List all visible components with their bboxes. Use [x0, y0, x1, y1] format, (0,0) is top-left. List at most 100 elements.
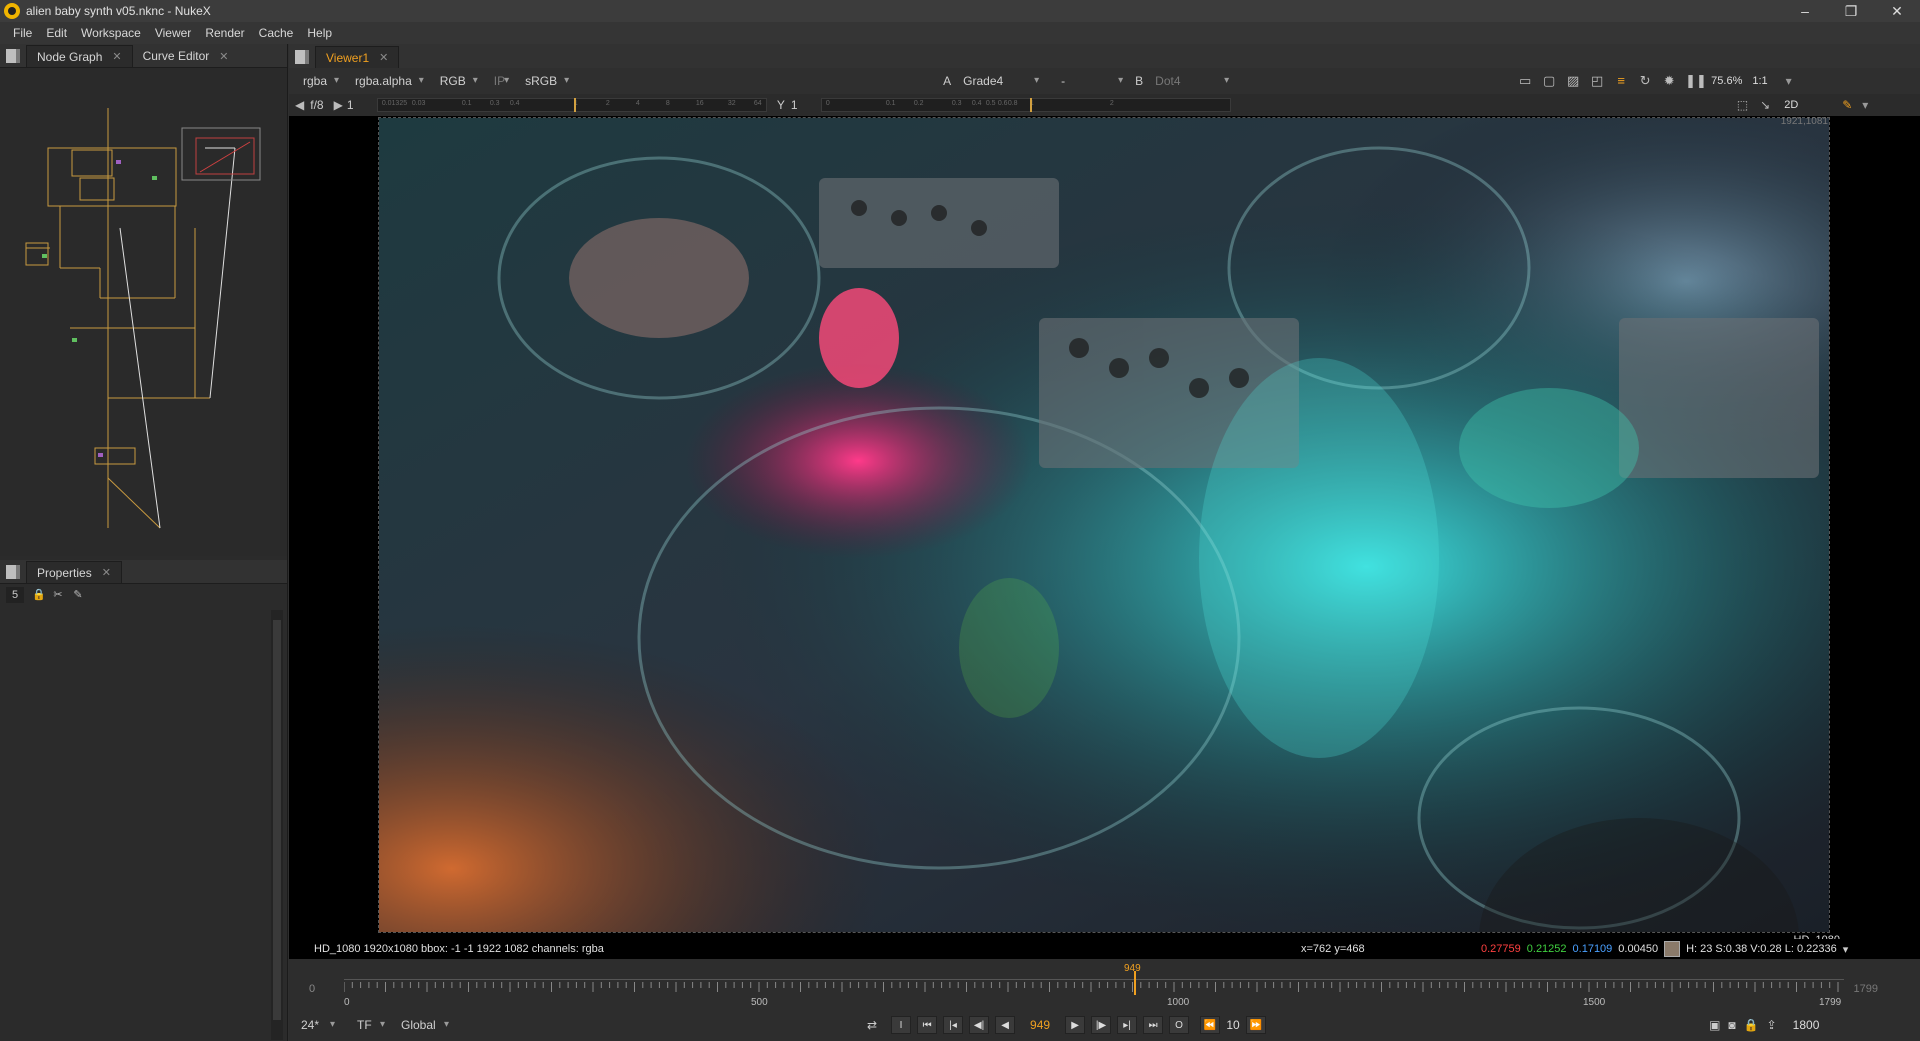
- lut-dropdown[interactable]: sRGB: [517, 72, 573, 90]
- fstop-arrow-icon[interactable]: ◀: [295, 98, 304, 112]
- render-icon[interactable]: ◙: [1728, 1018, 1735, 1032]
- gain-arrow-icon[interactable]: ▶: [334, 98, 343, 112]
- close-window-button[interactable]: ✕: [1874, 0, 1920, 22]
- menu-render[interactable]: Render: [198, 26, 251, 40]
- viewer-canvas[interactable]: 1921,1081 HD_1080: [289, 116, 1920, 983]
- roi-icon[interactable]: ▭: [1517, 73, 1533, 89]
- zoom-label[interactable]: 75.6%: [1711, 75, 1742, 87]
- timeline-label: 0: [344, 997, 350, 1008]
- tab-properties-label: Properties: [37, 565, 92, 580]
- tab-curve-editor[interactable]: Curve Editor ✕: [133, 45, 239, 67]
- maximize-button[interactable]: ❐: [1828, 0, 1874, 22]
- tab-node-graph-label: Node Graph: [37, 49, 103, 64]
- minimize-button[interactable]: –: [1782, 0, 1828, 22]
- chevron-down-icon[interactable]: ▾: [1786, 74, 1792, 88]
- roi-select-icon[interactable]: ⬚: [1737, 98, 1748, 112]
- wipe-icon[interactable]: ▨: [1565, 73, 1581, 89]
- transform-icon[interactable]: ↘: [1760, 98, 1770, 112]
- current-frame-field[interactable]: 949: [1018, 1016, 1062, 1034]
- menu-workspace[interactable]: Workspace: [74, 26, 148, 40]
- in-point-button[interactable]: I: [891, 1016, 912, 1034]
- lock-icon[interactable]: 🔒: [1744, 1018, 1759, 1032]
- menu-help[interactable]: Help: [300, 26, 339, 40]
- tab-properties[interactable]: Properties ✕: [26, 561, 122, 583]
- next-keyframe-icon[interactable]: ▸|: [1117, 1016, 1138, 1034]
- timeline-playhead[interactable]: [1134, 971, 1136, 995]
- prev-keyframe-icon[interactable]: |◂: [943, 1016, 964, 1034]
- gain-slider[interactable]: 0.01325 0.03 0.1 0.3 0.4 1 2 4 8 16 32 6…: [376, 98, 767, 112]
- timeline-track[interactable]: [343, 979, 1844, 997]
- pane-menu-icon[interactable]: [6, 565, 20, 579]
- view-mode-dropdown[interactable]: 2D: [1784, 99, 1834, 111]
- max-panels-field[interactable]: 5: [6, 587, 24, 603]
- tf-dropdown[interactable]: TF: [349, 1016, 389, 1034]
- properties-scrollbar[interactable]: [271, 610, 283, 1040]
- overlay-icon[interactable]: ◰: [1589, 73, 1605, 89]
- scrollbar-thumb[interactable]: [273, 620, 281, 1020]
- timeline-end-field[interactable]: 1799: [1854, 983, 1878, 995]
- step-forward-icon[interactable]: |▶: [1091, 1016, 1112, 1034]
- chevron-down-icon[interactable]: ▾: [1843, 943, 1849, 956]
- tab-node-graph[interactable]: Node Graph ✕: [26, 45, 133, 67]
- menu-cache[interactable]: Cache: [252, 26, 301, 40]
- step-back-icon[interactable]: ◀|: [969, 1016, 990, 1034]
- gamma-slider-mark: 0.1: [885, 100, 896, 107]
- skip-back-icon[interactable]: ⏪: [1200, 1016, 1221, 1034]
- node-graph-canvas[interactable]: [0, 68, 287, 556]
- alpha-channel-dropdown[interactable]: rgba.alpha: [347, 72, 428, 90]
- compare-op-dropdown[interactable]: -: [1053, 72, 1127, 90]
- close-icon[interactable]: ✕: [379, 51, 388, 64]
- gamma-slider-handle[interactable]: [1029, 98, 1032, 112]
- pane-menu-icon[interactable]: [6, 49, 20, 63]
- end-frame-field[interactable]: 1800: [1793, 1018, 1820, 1032]
- paint-brush-icon[interactable]: ✎: [1842, 98, 1852, 112]
- ip-button[interactable]: IP: [486, 72, 513, 90]
- pane-menu-icon[interactable]: [295, 50, 309, 64]
- input-a-dropdown[interactable]: Grade4: [955, 72, 1043, 90]
- timeline-start-field[interactable]: 0: [309, 983, 315, 995]
- flipbook-icon[interactable]: ▣: [1709, 1018, 1720, 1032]
- channels-dropdown[interactable]: rgba: [295, 72, 343, 90]
- gain-slider-handle[interactable]: [573, 98, 576, 112]
- gain-field[interactable]: 1: [347, 98, 377, 112]
- gain-slider-mark: 64: [753, 100, 762, 107]
- close-icon[interactable]: ✕: [102, 566, 111, 579]
- last-frame-icon[interactable]: ⏭: [1143, 1016, 1164, 1034]
- pencil-icon[interactable]: ✎: [72, 589, 84, 601]
- gain-slider-mark: 16: [695, 100, 704, 107]
- histogram-icon[interactable]: ≡: [1613, 73, 1629, 89]
- gamma-field[interactable]: 1: [791, 98, 821, 112]
- gamma-slider[interactable]: 0 0.1 0.2 0.3 0.4 0.5 0.6 0.8 1 2: [820, 98, 1231, 112]
- proxy-dropdown[interactable]: 1:1: [1752, 75, 1767, 87]
- properties-tabbar: Properties ✕: [0, 560, 287, 584]
- left-pane: Node Graph ✕ Curve Editor ✕ Properties ✕…: [0, 44, 288, 1041]
- clear-panels-icon[interactable]: ✂: [52, 589, 64, 601]
- out-point-button[interactable]: O: [1169, 1016, 1190, 1034]
- tab-viewer1-label: Viewer1: [326, 50, 370, 65]
- safe-area-icon[interactable]: ▢: [1541, 73, 1557, 89]
- refresh-icon[interactable]: ↻: [1637, 73, 1653, 89]
- menu-edit[interactable]: Edit: [39, 26, 74, 40]
- close-icon[interactable]: ✕: [219, 50, 228, 63]
- pause-icon[interactable]: ❚❚: [1685, 73, 1707, 89]
- chevron-down-icon[interactable]: ▾: [1862, 98, 1868, 112]
- fps-dropdown[interactable]: 24*: [293, 1016, 339, 1034]
- display-dropdown[interactable]: RGB: [432, 72, 482, 90]
- menu-file[interactable]: File: [6, 26, 39, 40]
- input-b-dropdown[interactable]: Dot4: [1147, 72, 1233, 90]
- play-forward-icon[interactable]: ▶: [1065, 1016, 1086, 1034]
- close-icon[interactable]: ✕: [112, 50, 121, 63]
- range-dropdown[interactable]: Global: [393, 1016, 453, 1034]
- settings-icon[interactable]: ✹: [1661, 73, 1677, 89]
- frame-increment-field[interactable]: 10: [1223, 1018, 1243, 1032]
- lock-icon[interactable]: 🔒: [32, 589, 46, 601]
- gain-slider-mark: 0.1: [461, 100, 472, 107]
- skip-forward-icon[interactable]: ⏩: [1246, 1016, 1267, 1034]
- menu-viewer[interactable]: Viewer: [148, 26, 198, 40]
- export-icon[interactable]: ⇪: [1767, 1018, 1777, 1032]
- tab-viewer1[interactable]: Viewer1 ✕: [315, 46, 400, 68]
- playback-mode-icon[interactable]: ⇄: [867, 1018, 877, 1032]
- play-backward-icon[interactable]: ◀: [995, 1016, 1016, 1034]
- input-a-label: A: [943, 74, 952, 88]
- first-frame-icon[interactable]: ⏮: [917, 1016, 938, 1034]
